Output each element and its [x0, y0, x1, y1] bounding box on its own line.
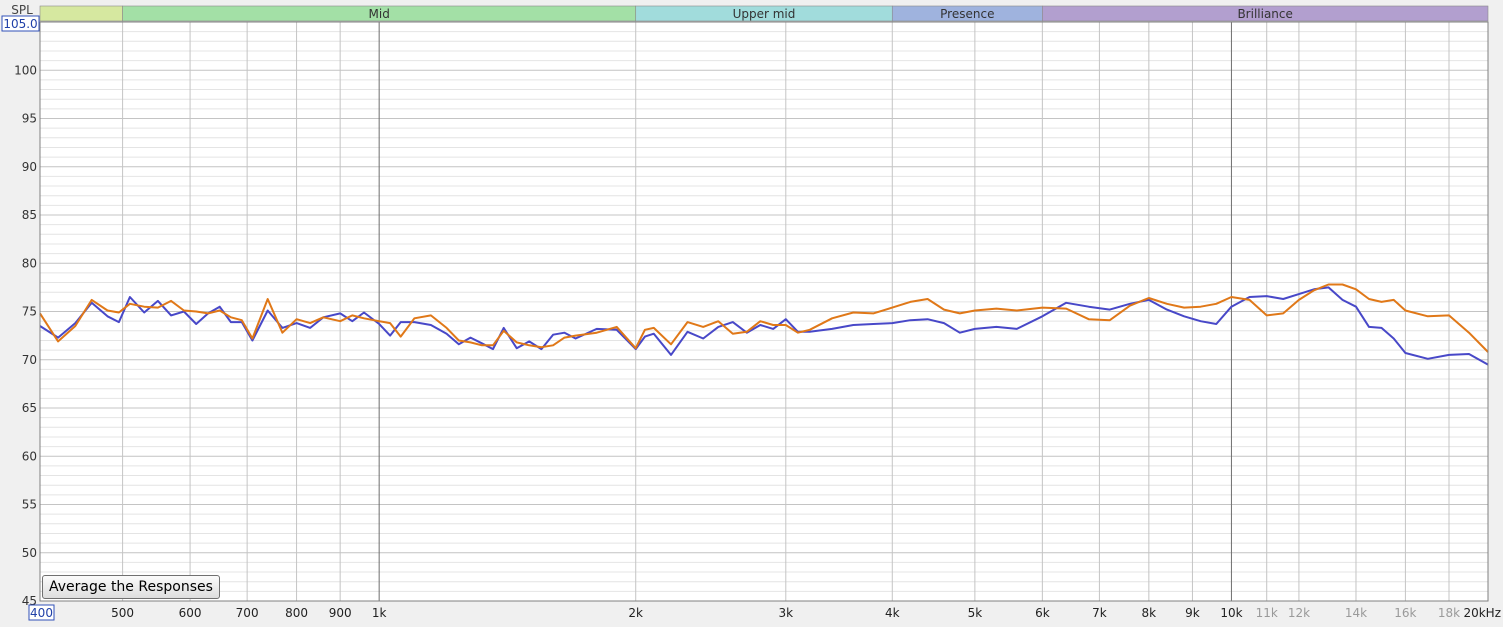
x-tick-900: 900	[329, 606, 352, 620]
x-tick-20000: 20kHz	[1463, 606, 1501, 620]
band-label-3: Presence	[940, 7, 994, 21]
x-tick-6000: 6k	[1035, 606, 1050, 620]
x-tick-8000: 8k	[1142, 606, 1157, 620]
band-label-2: Upper mid	[733, 7, 796, 21]
y-tick-65: 65	[22, 401, 37, 415]
average-responses-button[interactable]: Average the Responses	[42, 575, 220, 599]
x-tick-1000: 1k	[372, 606, 387, 620]
y-tick-80: 80	[22, 256, 37, 270]
x-tick-500: 500	[111, 606, 134, 620]
x-tick-5000: 5k	[968, 606, 983, 620]
y-tick-100: 100	[14, 63, 37, 77]
x-tick-700: 700	[236, 606, 259, 620]
x-tick-800: 800	[285, 606, 308, 620]
y-axis-title: SPL	[11, 3, 33, 17]
spl-chart: Mid Upper mid Presence Brilliance 100 95 90 85…	[0, 0, 1503, 627]
y-tick-70: 70	[22, 353, 37, 367]
y-tick-85: 85	[22, 208, 37, 222]
x-tick-18000: 18k	[1438, 606, 1460, 620]
y-top-readout: 105.0	[3, 17, 37, 31]
x-tick-400: 400	[30, 606, 53, 620]
frequency-bands: Mid Upper mid Presence Brilliance	[39, 5, 1489, 22]
band-label-4: Brilliance	[1237, 7, 1292, 21]
x-tick-600: 600	[179, 606, 202, 620]
y-tick-75: 75	[22, 305, 37, 319]
x-tick-12000: 12k	[1288, 606, 1310, 620]
x-tick-7000: 7k	[1092, 606, 1107, 620]
y-tick-60: 60	[22, 449, 37, 463]
x-tick-11000: 11k	[1256, 606, 1278, 620]
y-tick-95: 95	[22, 112, 37, 126]
x-tick-3000: 3k	[779, 606, 794, 620]
y-tick-90: 90	[22, 160, 37, 174]
y-tick-55: 55	[22, 498, 37, 512]
band-0	[39, 5, 123, 22]
x-tick-4000: 4k	[885, 606, 900, 620]
x-tick-14000: 14k	[1345, 606, 1367, 620]
x-tick-2000: 2k	[628, 606, 643, 620]
x-tick-16000: 16k	[1394, 606, 1416, 620]
y-tick-50: 50	[22, 546, 37, 560]
band-label-1: Mid	[369, 7, 390, 21]
x-tick-10000: 10k	[1220, 606, 1242, 620]
x-tick-9000: 9k	[1185, 606, 1200, 620]
